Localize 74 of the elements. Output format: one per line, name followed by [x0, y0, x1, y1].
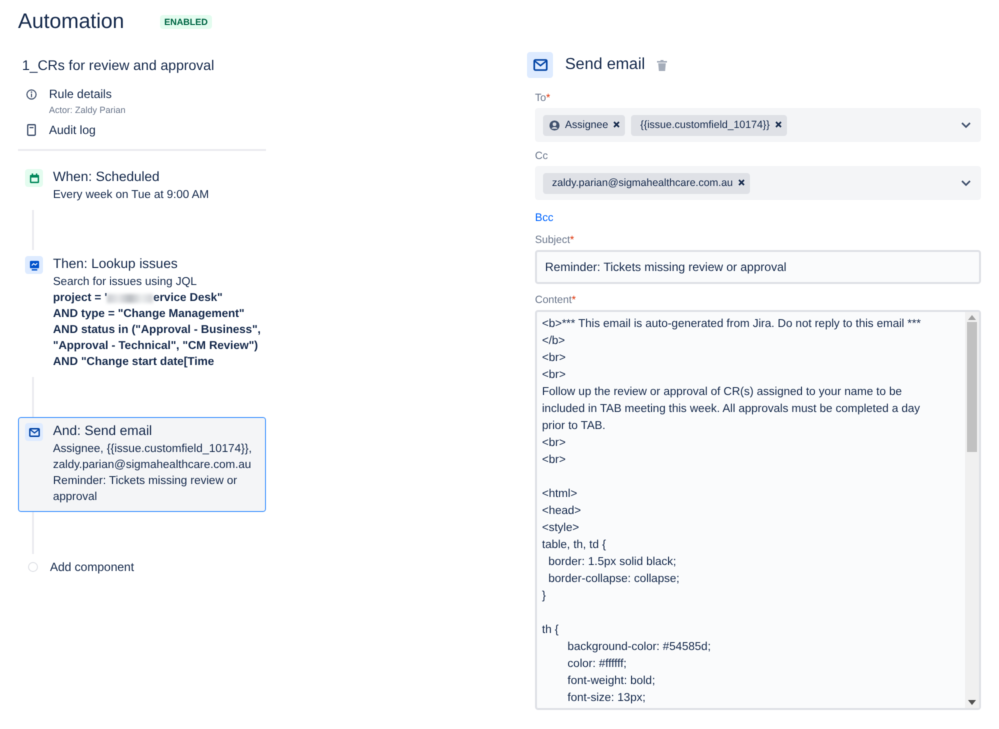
circle-icon	[28, 562, 38, 572]
scroll-down-icon[interactable]	[968, 700, 976, 705]
content-textarea[interactable]	[535, 310, 981, 710]
rule-name: 1_CRs for review and approval	[22, 57, 216, 73]
status-lozenge: ENABLED	[160, 15, 212, 29]
remove-icon[interactable]	[613, 120, 620, 130]
component-card[interactable]: And: Send email Assignee, {{issue.customfield_10174}}, zaldy.parian@sigmahealthcare.com.au Reminder: Tickets missing review or approval	[18, 417, 266, 512]
scroll-thumb[interactable]	[967, 322, 977, 452]
rule-menu-link[interactable]: Audit log	[49, 123, 96, 137]
component-detail: approval	[53, 490, 98, 505]
content-line: <html>	[542, 487, 578, 502]
info-icon	[26, 89, 37, 100]
content-line: background-color: #54585d;	[566, 640, 712, 655]
content-line: included in TAB meeting this week. All approvals must be completed a day	[542, 402, 922, 417]
content-line: table, th, td {	[542, 538, 607, 553]
actor-text: Actor: Zaldy Parian	[49, 105, 126, 115]
component-title: When: Scheduled	[53, 169, 161, 184]
subject-input[interactable]: Reminder: Tickets missing review or approval	[535, 250, 981, 284]
component-title: Then: Lookup issues	[53, 256, 179, 271]
component-detail: Every week on Tue at 9:00 AM	[53, 188, 209, 203]
content-line: <style>	[542, 521, 580, 536]
content-line: font-size: 13px;	[566, 691, 647, 706]
document-icon	[27, 124, 36, 136]
content-line: th {	[542, 623, 560, 638]
envelope-icon	[532, 59, 548, 71]
jql-text: ervice Desk"	[153, 291, 223, 306]
jql-text: AND type = "Change Management"	[53, 307, 246, 322]
content-line: <b>*** This email is auto-generated from Jira. Do not reply to this email ***	[542, 317, 922, 332]
chevron-down-icon[interactable]	[961, 122, 971, 128]
bcc-link[interactable]: Bcc	[535, 212, 981, 224]
user-icon	[549, 120, 560, 130]
field-label: To*	[535, 92, 552, 104]
jql-text: "Approval - Technical", "CM Review")	[53, 339, 259, 354]
content-line: color: #ffffff;	[566, 657, 628, 672]
remove-icon[interactable]	[774, 120, 782, 130]
content-line: border-collapse: collapse;	[547, 572, 680, 587]
content-line: <br>	[542, 368, 567, 383]
component-detail: Assignee, {{issue.customfield_10174}},	[53, 442, 252, 457]
content-line: border: 1.5px solid black;	[547, 555, 678, 570]
content-line: }	[542, 589, 547, 604]
monitor-icon	[28, 260, 40, 270]
add-component-link[interactable]: Add component	[50, 560, 134, 574]
chevron-down-icon[interactable]	[961, 180, 971, 186]
remove-icon[interactable]	[738, 178, 745, 188]
jql-text: project = '	[53, 291, 108, 306]
component-title: And: Send email	[53, 423, 154, 438]
calendar-icon	[28, 172, 40, 184]
jql-text: AND "Change start date[Time	[53, 355, 216, 370]
content-line: <head>	[542, 504, 582, 519]
chip-label: zaldy.parian@sigmahealthcare.com.au	[552, 177, 733, 189]
content-line: prior to TAB.	[542, 419, 606, 434]
rule-menu-link[interactable]: Rule details	[49, 87, 126, 101]
field-label: Subject*	[535, 234, 576, 246]
component-detail: Search for issues using JQL	[53, 275, 198, 290]
jql-text: AND status in ("Approval - Business",	[53, 323, 261, 338]
content-line: </b>	[542, 334, 566, 349]
editor-title: Send email	[565, 56, 646, 74]
redaction-blur	[107, 294, 154, 302]
content-line: <br>	[542, 436, 567, 451]
component-detail: zaldy.parian@sigmahealthcare.com.au	[53, 458, 252, 473]
component-detail: Reminder: Tickets missing review or	[53, 474, 238, 489]
content-line: font-weight: bold;	[566, 674, 656, 689]
chip-label: {{issue.customfield_10174}}	[640, 119, 770, 131]
field-label: Content*	[535, 294, 577, 306]
field-label: Cc	[535, 150, 549, 162]
page-title: Automation	[18, 10, 124, 34]
content-line: Follow up the review or approval of CR(s) assigned to your name to be	[542, 385, 903, 400]
envelope-icon	[28, 428, 40, 436]
scrollbar[interactable]	[965, 312, 979, 708]
recipient-select[interactable]: Assignee {{issue.customfield_10174}}	[535, 108, 981, 142]
content-line: <br>	[542, 351, 567, 366]
content-line: <br>	[542, 453, 567, 468]
chip-label: Assignee	[565, 119, 608, 131]
recipient-select[interactable]: zaldy.parian@sigmahealthcare.com.au	[535, 166, 981, 200]
